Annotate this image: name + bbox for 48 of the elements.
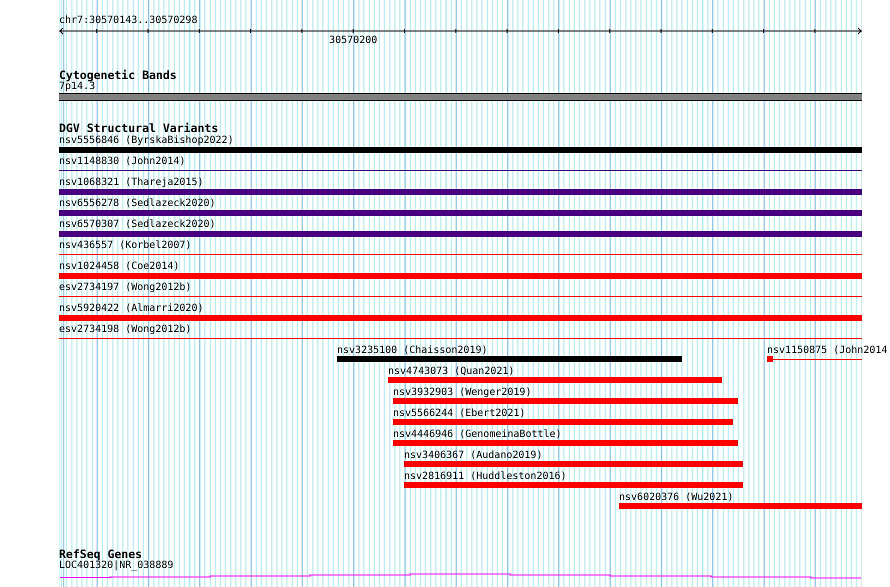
variant-bar[interactable] [388, 377, 722, 383]
variant-label: nsv1150875 (John2014 [767, 345, 888, 356]
variant-label: nsv3932903 (Wenger2019) [393, 387, 532, 398]
band-label: 7p14.3 [59, 81, 96, 92]
track-title: RefSeq Genes [59, 548, 142, 560]
variant-bar[interactable] [59, 315, 862, 321]
variant-label: nsv3406367 (Audano2019) [404, 450, 542, 461]
variant-bar[interactable] [404, 482, 743, 488]
gene-line[interactable] [60, 574, 862, 578]
track-title: Cytogenetic Bands [59, 69, 177, 81]
variant-line[interactable] [59, 296, 862, 297]
variant-label: nsv2816911 (Huddleston2016) [404, 471, 567, 482]
variant-bar[interactable] [619, 503, 862, 509]
variant-label: nsv5566244 (Ebert2021) [393, 408, 526, 419]
variant-label: nsv3235100 (Chaisson2019) [337, 345, 488, 356]
variant-label: nsv6570307 (Sedlazeck2020) [59, 219, 216, 230]
variant-line[interactable] [59, 170, 862, 171]
variant-line[interactable] [59, 338, 862, 339]
variant-label: nsv5556846 (ByrskaBishop2022) [59, 135, 234, 146]
variant-label: nsv436557 (Korbel2007) [59, 240, 192, 251]
variant-bar[interactable] [59, 273, 862, 279]
variant-bar[interactable] [393, 440, 738, 446]
gene-label: LOC401320|NR_038889 [59, 560, 174, 571]
track-title: DGV Structural Variants [59, 122, 218, 134]
variant-bar[interactable] [393, 398, 738, 404]
variant-bar[interactable] [59, 210, 862, 216]
variant-block[interactable] [767, 356, 773, 362]
position-label: chr7:30570143..30570298 [59, 15, 198, 26]
variant-label: nsv1024458 (Coe2014) [59, 261, 180, 272]
variant-label: nsv6020376 (Wu2021) [619, 492, 734, 503]
variant-bar[interactable] [59, 147, 862, 153]
variant-label: nsv4446946 (GenomeinaBottle) [393, 429, 562, 440]
band-bar[interactable] [59, 93, 862, 101]
variant-label: nsv5920422 (Almarri2020) [59, 303, 204, 314]
variant-label: nsv1148830 (John2014) [59, 156, 186, 167]
variant-bar[interactable] [59, 231, 862, 237]
variant-line[interactable] [59, 254, 862, 255]
variant-label: nsv1068321 (Thareja2015) [59, 177, 204, 188]
variant-label: esv2734198 (Wong2012b) [59, 324, 192, 335]
variant-bar[interactable] [404, 461, 743, 467]
variant-line[interactable] [773, 359, 862, 360]
variant-bar[interactable] [59, 189, 862, 195]
variant-label: nsv4743073 (Quan2021) [388, 366, 514, 377]
variant-label: esv2734197 (Wong2012b) [59, 282, 192, 293]
variant-bar[interactable] [393, 419, 733, 425]
variant-bar[interactable] [337, 356, 682, 362]
tick-label: 30570200 [329, 35, 378, 46]
variant-label: nsv6556278 (Sedlazeck2020) [59, 198, 216, 209]
